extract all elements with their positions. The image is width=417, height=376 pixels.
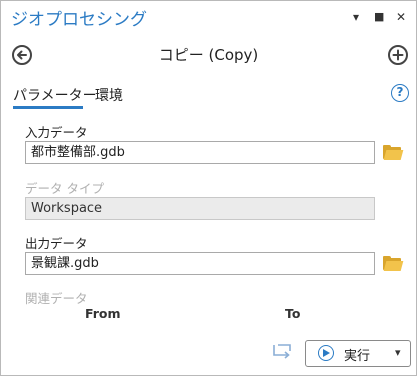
run-button-label: 実行: [344, 349, 371, 364]
input-data-label: 入力データ: [25, 125, 88, 140]
pane-options-dropdown-icon[interactable]: ▾: [353, 10, 359, 24]
help-icon[interactable]: ?: [391, 84, 409, 102]
browse-input-folder-icon[interactable]: [383, 145, 404, 161]
batch-icon[interactable]: [271, 343, 293, 363]
data-type-field: Workspace: [25, 197, 375, 220]
related-data-label: 関連データ: [25, 291, 88, 306]
browse-output-folder-icon[interactable]: [383, 256, 404, 272]
related-data-from-header: From: [85, 306, 121, 321]
tool-nav-bar: コピー (Copy): [1, 39, 416, 71]
tab-parameters[interactable]: パラメーター: [13, 85, 97, 105]
pane-titlebar: ジオプロセシング ▾ ■ ✕: [1, 1, 416, 35]
active-tab-indicator: [13, 106, 83, 109]
tab-environments[interactable]: 環境: [95, 85, 123, 105]
geoprocessing-pane: ジオプロセシング ▾ ■ ✕ コピー (Copy) パラメーター 環境 ? 入力…: [0, 0, 417, 376]
data-type-label: データ タイプ: [25, 181, 104, 196]
run-dropdown-chevron-icon[interactable]: ▾: [395, 346, 401, 359]
input-data-field[interactable]: 都市整備部.gdb: [25, 141, 375, 164]
tool-title: コピー (Copy): [158, 46, 259, 64]
pane-title: ジオプロセシング: [11, 10, 147, 30]
output-data-field[interactable]: 景観課.gdb: [25, 252, 375, 275]
run-button[interactable]: 実行 ▾: [305, 340, 411, 367]
related-data-to-header: To: [285, 306, 301, 321]
add-icon[interactable]: [388, 45, 408, 65]
output-data-label: 出力データ: [25, 236, 88, 251]
maximize-icon[interactable]: ■: [374, 10, 384, 24]
close-icon[interactable]: ✕: [396, 10, 406, 24]
run-play-icon: [318, 345, 334, 361]
